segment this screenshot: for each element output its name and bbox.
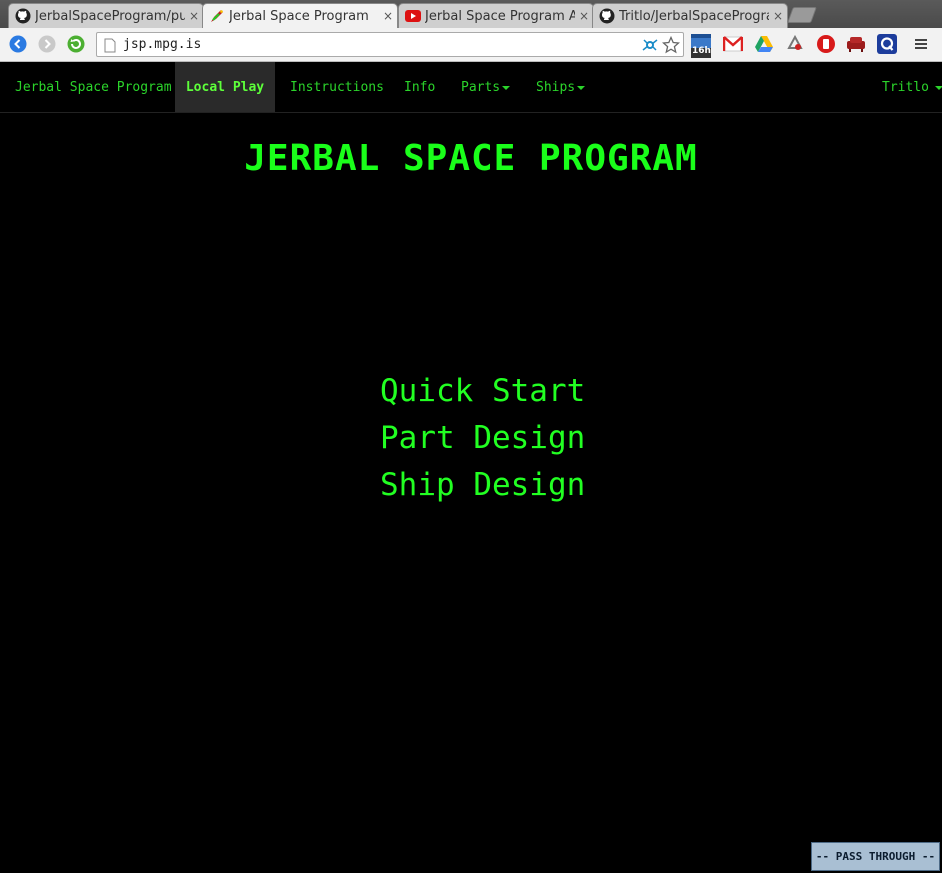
nav-instructions[interactable]: Instructions: [290, 62, 384, 112]
sofa-extension-icon[interactable]: [845, 33, 867, 55]
tab-title: Jerbal Space Program A: [425, 8, 575, 24]
chevron-down-icon: [502, 85, 511, 90]
close-icon[interactable]: ×: [185, 9, 203, 23]
user-name: Tritlo: [882, 80, 929, 95]
nav-local-play[interactable]: Local Play: [175, 62, 275, 112]
close-icon[interactable]: ×: [575, 9, 593, 23]
browser-toolbar: jsp.mpg.is 16h: [0, 28, 942, 62]
q-extension-icon[interactable]: [876, 33, 898, 55]
browser-tab[interactable]: Tritlo/JerbalSpaceProgra ×: [592, 3, 788, 28]
google-drive-icon[interactable]: [753, 33, 775, 55]
main-menu: Quick Start Part Design Ship Design: [380, 370, 585, 511]
reload-button[interactable]: [66, 34, 86, 54]
browser-tab-active[interactable]: Jerbal Space Program ×: [202, 3, 398, 28]
menu-item-part-design[interactable]: Part Design: [380, 417, 585, 464]
new-tab-button[interactable]: [787, 7, 817, 23]
page-title: JERBAL SPACE PROGRAM: [244, 138, 698, 179]
nav-ships-dropdown[interactable]: Ships: [536, 62, 586, 112]
github-icon: [15, 8, 31, 24]
page-icon: [104, 38, 116, 57]
menu-item-quick-start[interactable]: Quick Start: [380, 370, 585, 417]
gmail-icon[interactable]: [722, 33, 744, 55]
brand-link[interactable]: Jerbal Space Program: [15, 62, 172, 112]
back-arrow-icon: [9, 35, 27, 53]
nav-parts-dropdown[interactable]: Parts: [461, 62, 511, 112]
tab-title: JerbalSpaceProgram/pu: [35, 8, 185, 24]
tab-title: Tritlo/JerbalSpaceProgra: [619, 8, 769, 24]
forward-arrow-icon: [38, 35, 56, 53]
github-icon: [599, 8, 615, 24]
close-icon[interactable]: ×: [769, 9, 787, 23]
nav-local-play-label: Local Play: [185, 80, 265, 95]
rocket-icon: [209, 8, 225, 24]
adblock-icon[interactable]: [815, 33, 837, 55]
pass-through-button[interactable]: -- PASS THROUGH --: [811, 842, 940, 871]
site-navbar: Jerbal Space Program Local Play Instruct…: [0, 62, 942, 113]
reload-icon: [67, 35, 85, 53]
chevron-down-icon: [577, 85, 586, 90]
forward-button[interactable]: [37, 34, 57, 54]
tab-title: Jerbal Space Program: [229, 8, 369, 24]
nav-info[interactable]: Info: [404, 62, 435, 112]
nav-parts-label: Parts: [461, 80, 501, 95]
url-text: jsp.mpg.is: [123, 37, 202, 52]
menu-icon[interactable]: [910, 33, 932, 55]
address-bar[interactable]: jsp.mpg.is: [96, 32, 684, 57]
bookmark-star-icon[interactable]: [662, 36, 680, 54]
close-icon[interactable]: ×: [379, 9, 397, 23]
extension-badge: 16h: [692, 46, 711, 56]
nav-ships-label: Ships: [536, 80, 576, 95]
menu-item-ship-design[interactable]: Ship Design: [380, 464, 585, 511]
recycle-extension-icon[interactable]: [784, 33, 806, 55]
chevron-down-icon: [934, 85, 942, 90]
calendar-extension-icon[interactable]: 16h: [690, 32, 712, 58]
network-icon[interactable]: [641, 36, 659, 54]
browser-tab-strip: JerbalSpaceProgram/pu × Jerbal Space Pro…: [0, 0, 942, 28]
back-button[interactable]: [8, 34, 28, 54]
user-menu-dropdown[interactable]: Tritlo: [882, 62, 942, 112]
browser-tab[interactable]: JerbalSpaceProgram/pu ×: [8, 3, 204, 28]
youtube-icon: [405, 8, 421, 24]
browser-tab[interactable]: Jerbal Space Program A ×: [398, 3, 594, 28]
